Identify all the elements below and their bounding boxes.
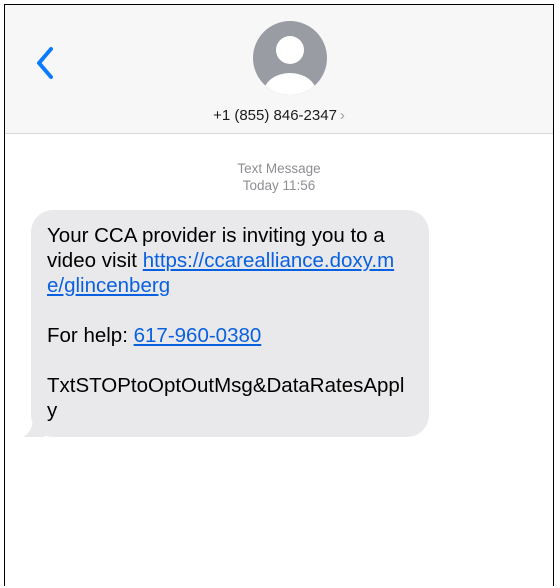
opt-out-text: TxtSTOPtoOptOutMsg&DataRatesApply	[47, 374, 405, 422]
help-phone-link[interactable]: 617-960-0380	[134, 324, 262, 347]
person-avatar-icon	[253, 21, 327, 95]
help-prefix: For help:	[47, 324, 134, 347]
contact-info-button[interactable]: +1 (855) 846-2347 ›	[5, 107, 553, 124]
chevron-left-icon	[37, 47, 53, 79]
message-paragraph-1: Your CCA provider is inviting you to a v…	[47, 223, 411, 298]
message-bubble-container: Your CCA provider is inviting you to a v…	[23, 210, 429, 437]
message-paragraph-2: For help: 617-960-0380	[47, 323, 411, 348]
messages-screen: +1 (855) 846-2347 › Text Message Today 11…	[4, 4, 554, 586]
contact-avatar[interactable]	[253, 21, 327, 95]
message-timestamp: Today 11:56	[242, 178, 316, 193]
contact-number: +1 (855) 846-2347	[213, 107, 337, 124]
thread-meta: Text Message Today 11:56	[5, 160, 553, 194]
chevron-right-icon: ›	[339, 107, 345, 124]
conversation-header: +1 (855) 846-2347 ›	[5, 5, 553, 134]
back-button[interactable]	[31, 43, 61, 83]
service-label: Text Message	[237, 161, 321, 176]
incoming-message-bubble[interactable]: Your CCA provider is inviting you to a v…	[31, 210, 429, 437]
